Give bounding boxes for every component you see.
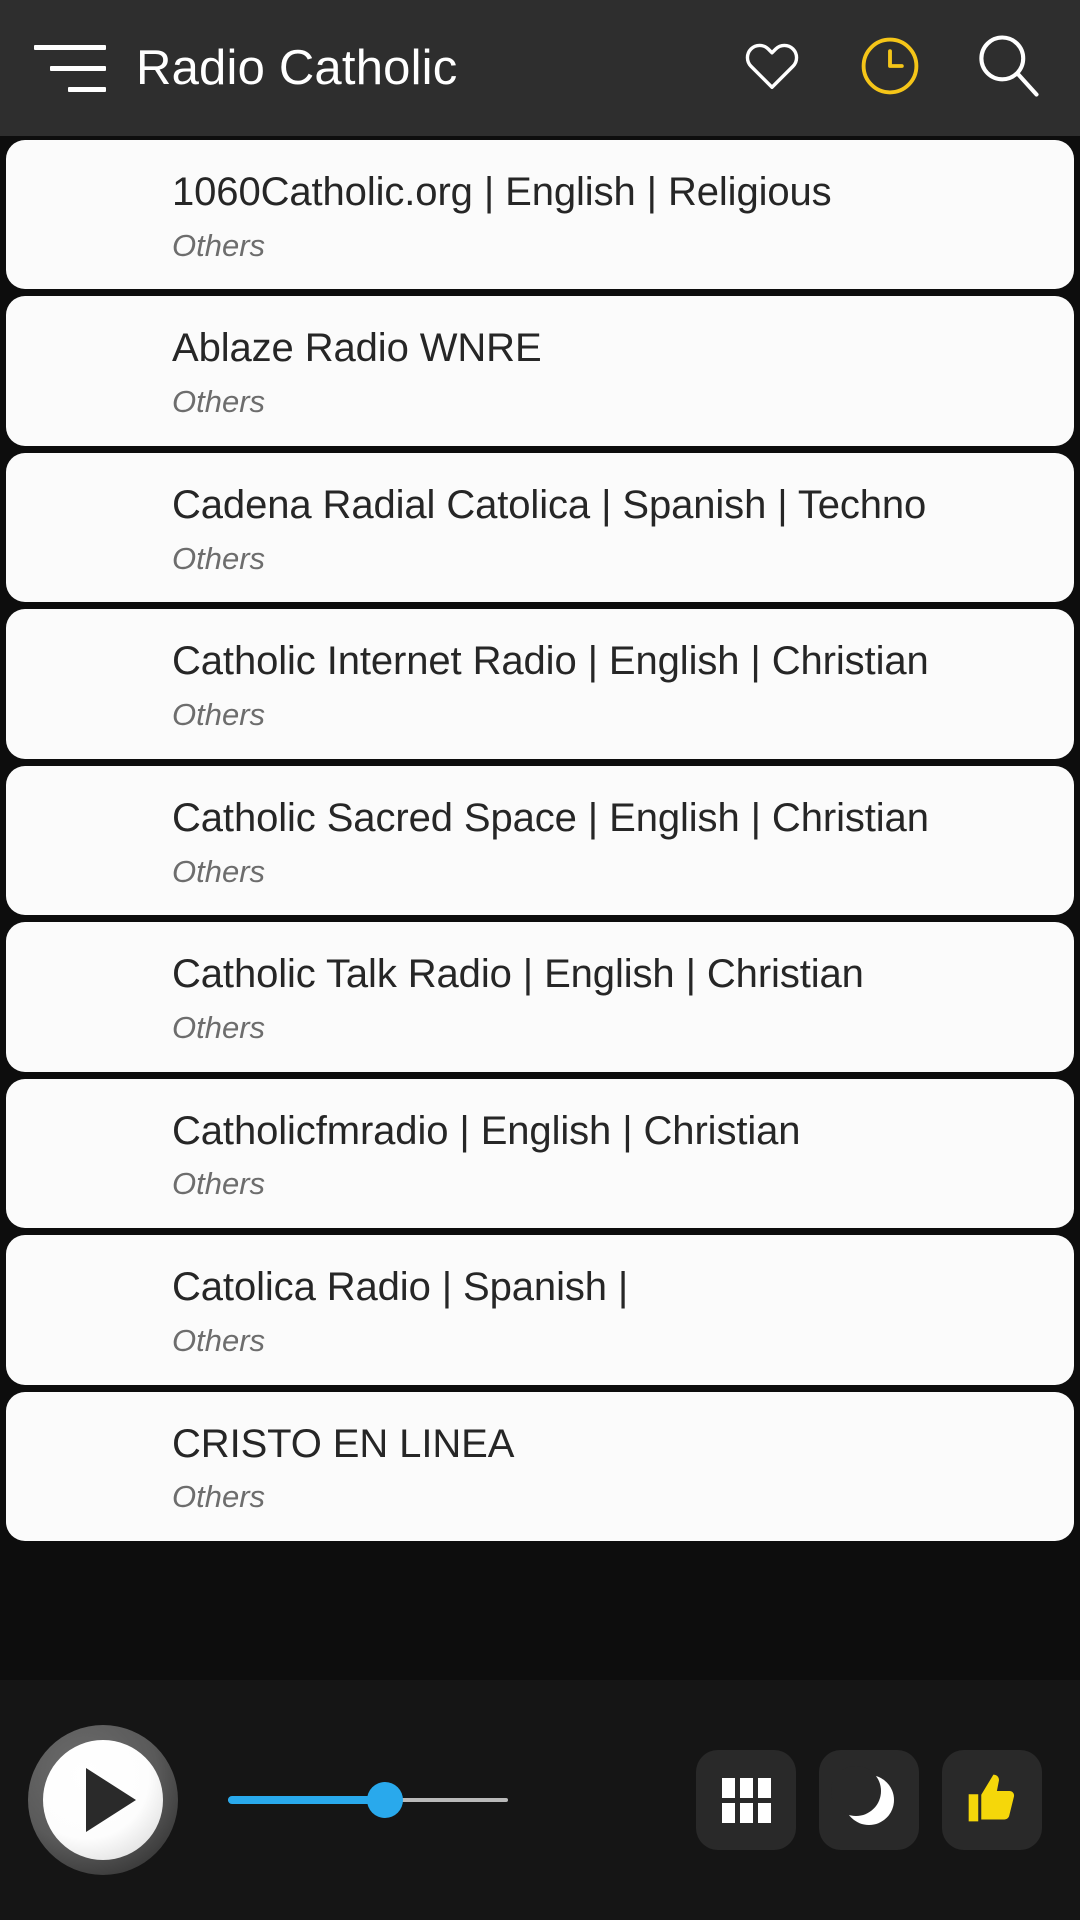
station-subtitle: Others — [172, 384, 266, 420]
header-actions — [726, 22, 1054, 114]
grid-cell — [757, 1777, 771, 1798]
app-root: Radio Catholic 1060Catholic.org | Englis… — [0, 0, 1080, 1920]
list-item[interactable]: Catolica Radio | Spanish | Others — [6, 1235, 1074, 1385]
grid-cell — [757, 1802, 771, 1823]
station-title: Catholic Internet Radio | English | Chri… — [172, 639, 929, 684]
app-header: Radio Catholic — [0, 0, 1080, 136]
grid-cell — [739, 1777, 753, 1798]
volume-slider[interactable] — [178, 1778, 508, 1822]
station-subtitle: Others — [172, 1009, 266, 1045]
station-title: CRISTO EN LINEA — [172, 1421, 515, 1466]
grid-icon — [721, 1777, 771, 1823]
clock-icon — [857, 33, 923, 104]
list-item[interactable]: CRISTO EN LINEA Others — [6, 1391, 1074, 1541]
station-subtitle: Others — [172, 1166, 266, 1202]
page-title: Radio Catholic — [136, 41, 458, 95]
station-subtitle: Others — [172, 853, 266, 889]
station-subtitle: Others — [172, 540, 266, 576]
volume-fill — [228, 1796, 385, 1804]
list-item[interactable]: 1060Catholic.org | English | Religious O… — [6, 140, 1074, 290]
hamburger-line-3 — [68, 86, 106, 92]
player-actions — [696, 1750, 1042, 1850]
moon-icon — [831, 1766, 894, 1825]
volume-thumb[interactable] — [366, 1782, 403, 1818]
player-bar — [0, 1680, 1080, 1920]
search-button[interactable] — [962, 22, 1054, 114]
equalizer-button[interactable] — [696, 1750, 796, 1850]
hamburger-menu-icon[interactable] — [22, 22, 114, 114]
list-item[interactable]: Catholic Sacred Space | English | Christ… — [6, 765, 1074, 916]
list-item[interactable]: Ablaze Radio WNRE Others — [6, 296, 1074, 446]
play-icon — [86, 1768, 136, 1832]
station-title: Cadena Radial Catolica | Spanish | Techn… — [172, 482, 927, 527]
station-title: Catholic Sacred Space | English | Christ… — [172, 795, 929, 840]
play-button[interactable] — [28, 1725, 178, 1875]
hamburger-line-2 — [50, 65, 106, 71]
grid-cell — [739, 1802, 753, 1823]
station-subtitle: Others — [172, 1322, 266, 1358]
sleep-timer-button[interactable] — [819, 1750, 919, 1850]
volume-slider-track-area[interactable] — [228, 1778, 508, 1822]
list-item[interactable]: Catholicfmradio | English | Christian Ot… — [6, 1078, 1074, 1229]
list-item[interactable]: Cadena Radial Catolica | Spanish | Techn… — [6, 452, 1074, 603]
station-title: Catolica Radio | Spanish | — [172, 1265, 629, 1310]
like-button[interactable] — [942, 1750, 1042, 1850]
hamburger-line-1 — [34, 44, 106, 50]
grid-cell — [721, 1802, 735, 1823]
list-item[interactable]: Catholic Talk Radio | English | Christia… — [6, 922, 1074, 1072]
grid-cell — [721, 1777, 735, 1798]
recently-played-button[interactable] — [844, 22, 936, 114]
station-subtitle: Others — [172, 227, 266, 263]
station-list[interactable]: 1060Catholic.org | English | Religious O… — [0, 136, 1080, 1920]
station-subtitle: Others — [172, 697, 266, 733]
station-title: Catholic Talk Radio | English | Christia… — [172, 952, 864, 997]
thumbs-up-icon — [964, 1770, 1020, 1831]
heart-icon — [741, 36, 803, 101]
station-title: 1060Catholic.org | English | Religious — [172, 170, 832, 214]
station-title: Catholicfmradio | English | Christian — [172, 1108, 801, 1153]
favorites-button[interactable] — [726, 22, 818, 114]
station-subtitle: Others — [172, 1479, 266, 1515]
station-title: Ablaze Radio WNRE — [172, 326, 542, 371]
search-icon — [970, 28, 1046, 109]
list-item[interactable]: Catholic Internet Radio | English | Chri… — [6, 609, 1074, 759]
